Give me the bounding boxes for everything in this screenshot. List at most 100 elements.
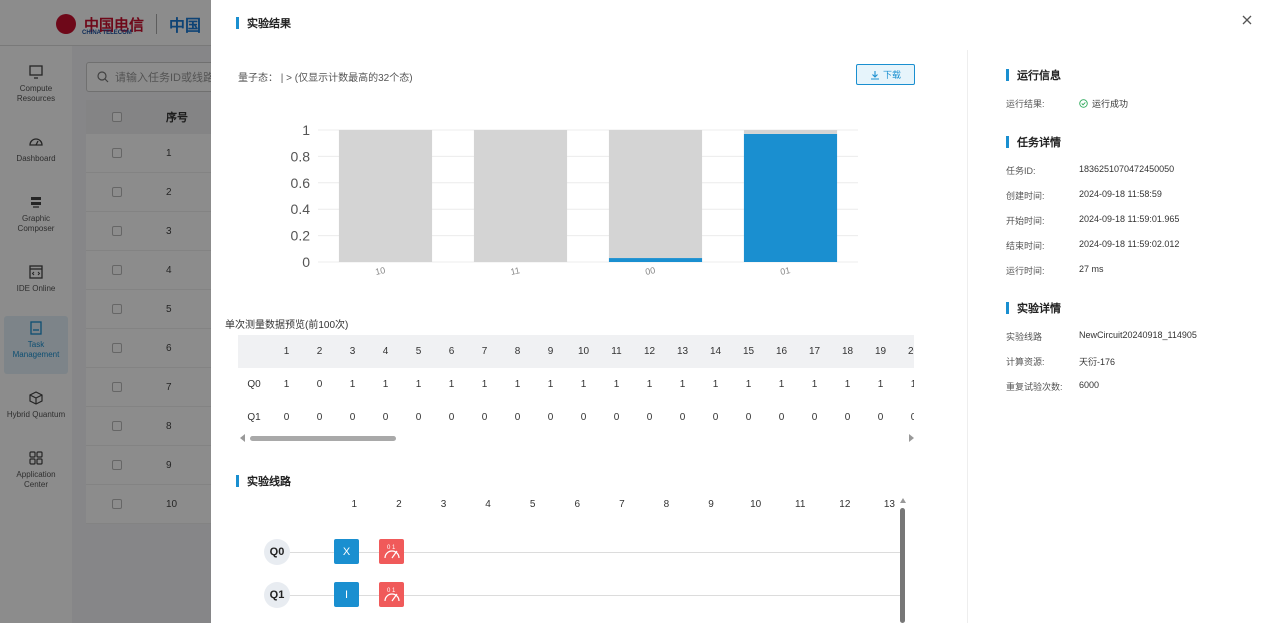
table-cell: 1 <box>547 379 554 390</box>
shot-preview-table: 1234567891011121314151617181920Q01011111… <box>238 335 914 434</box>
table-cell: 0 <box>580 412 587 423</box>
x-tick-label: 01 <box>779 265 791 277</box>
table-cell: 17 <box>808 346 821 357</box>
column-number: 7 <box>619 499 625 510</box>
table-cell: 0 <box>613 412 620 423</box>
table-cell: 0 <box>316 379 323 390</box>
bar-01-value <box>743 133 838 262</box>
table-cell: 8 <box>514 346 521 357</box>
column-number: 3 <box>440 499 447 510</box>
table-cell: 1 <box>382 379 389 390</box>
task-details-title: 任务详情 <box>1006 134 1061 150</box>
scrollbar-thumb[interactable] <box>900 508 905 623</box>
qubit-label: Q1 <box>264 582 290 608</box>
download-button[interactable]: 下载 <box>856 64 915 85</box>
horizontal-scrollbar[interactable] <box>238 432 914 442</box>
table-cell: 1 <box>844 379 851 390</box>
scroll-up-icon[interactable] <box>900 498 906 503</box>
table-row: Q0 1 0 1 1 1 1 1 1 1 1 1 1 1 1 1 1 1 1 1 1 <box>238 368 914 401</box>
quantum-state-label: 量子态： | > (仅显示计数最高的32个态) <box>238 73 413 84</box>
table-cell: 3 <box>349 346 356 357</box>
bar-01-remainder <box>743 130 838 134</box>
table-cell: 0 <box>778 412 785 423</box>
check-circle-icon <box>1079 99 1088 108</box>
y-tick-label: 1 <box>302 122 310 138</box>
gate-i[interactable]: I <box>334 582 359 607</box>
table-cell: 1 <box>745 379 752 390</box>
table-cell: 0 <box>679 412 686 423</box>
circuit-section-title: 实验线路 <box>236 473 291 489</box>
table-cell: 0 <box>514 412 521 423</box>
column-number: 2 <box>396 499 402 510</box>
svg-text:0 1: 0 1 <box>387 545 396 551</box>
vertical-scrollbar[interactable] <box>899 498 907 623</box>
run-result-row: 运行结果: 运行成功 <box>1006 99 1129 109</box>
table-cell: 1 <box>778 379 785 390</box>
table-cell: 1 <box>415 379 422 390</box>
drawer-title: 实验结果 <box>236 15 291 31</box>
shot-preview-title: 单次测量数据预览(前100次) <box>225 320 349 331</box>
table-cell: 0 <box>910 412 914 423</box>
task-id-row: 任务ID: 1836251070472450050 <box>1006 164 1175 176</box>
download-icon <box>870 70 879 80</box>
bar-11-remainder <box>473 130 568 262</box>
scrollbar-thumb[interactable] <box>250 436 396 441</box>
table-cell: 0 <box>547 412 554 423</box>
table-cell: 6 <box>448 346 455 357</box>
measure-gate-icon[interactable]: 0 1 <box>379 539 404 564</box>
table-cell: 1 <box>712 379 719 390</box>
table-cell: 1 <box>580 379 587 390</box>
table-cell: 1 <box>448 379 455 390</box>
table-cell: 16 <box>775 346 788 357</box>
table-cell: 0 <box>712 412 719 423</box>
column-number: 12 <box>839 499 851 510</box>
bar-00-remainder <box>608 130 703 259</box>
table-cell: 0 <box>415 412 422 423</box>
svg-text:0 1: 0 1 <box>387 588 396 594</box>
table-cell: 15 <box>742 346 755 357</box>
end-time-row: 结束时间: 2024-09-18 11:59:02.012 <box>1006 239 1180 251</box>
table-cell: 0 <box>448 412 455 423</box>
table-cell: 0 <box>382 412 389 423</box>
table-cell: 0 <box>349 412 356 423</box>
table-cell: 1 <box>349 379 356 390</box>
qubit-label: Q0 <box>247 379 261 390</box>
table-cell: 1 <box>514 379 521 390</box>
column-number: 9 <box>708 499 714 510</box>
table-cell: 0 <box>646 412 653 423</box>
bar-00-value <box>608 258 703 262</box>
table-cell: 1 <box>811 379 818 390</box>
circuit-column-numbers: 1 2 3 4 5 6 7 8 9 10 11 12 13 <box>332 499 912 510</box>
table-cell: 1 <box>481 379 488 390</box>
column-number: 8 <box>663 499 670 510</box>
y-tick-label: 0.6 <box>291 175 311 191</box>
table-cell: 0 <box>877 412 884 423</box>
column-number: 5 <box>529 499 536 510</box>
table-cell: 0 <box>316 412 323 423</box>
x-tick-label: 00 <box>644 265 656 277</box>
y-tick-label: 0.2 <box>291 228 311 244</box>
table-cell: 14 <box>709 346 722 357</box>
close-icon[interactable] <box>1240 13 1254 27</box>
bar-10-remainder <box>338 130 433 262</box>
start-time-row: 开始时间: 2024-09-18 11:59:01.965 <box>1006 214 1180 226</box>
table-cell: 7 <box>481 346 488 357</box>
table-cell: 0 <box>811 412 818 423</box>
repeat-count-row: 重复试验次数: 6000 <box>1006 380 1100 392</box>
scroll-right-icon[interactable] <box>909 434 914 442</box>
measure-gate-icon[interactable]: 0 1 <box>379 582 404 607</box>
table-cell: 5 <box>415 346 422 357</box>
qubit-label: Q0 <box>264 539 290 565</box>
table-cell: 2 <box>316 346 323 357</box>
scroll-left-icon[interactable] <box>240 434 245 442</box>
circuit-name-row: 实验线路 NewCircuit20240918_114905 <box>1006 330 1197 342</box>
qubit-label: Q1 <box>247 412 261 423</box>
x-tick-label: 11 <box>510 265 521 277</box>
y-tick-label: 0 <box>302 254 310 270</box>
table-cell: 10 <box>577 346 590 357</box>
column-number: 4 <box>485 499 491 510</box>
y-tick-label: 0.8 <box>291 148 311 164</box>
gate-x[interactable]: X <box>334 539 359 564</box>
table-cell: 0 <box>283 412 290 423</box>
table-cell: 1 <box>646 379 653 390</box>
